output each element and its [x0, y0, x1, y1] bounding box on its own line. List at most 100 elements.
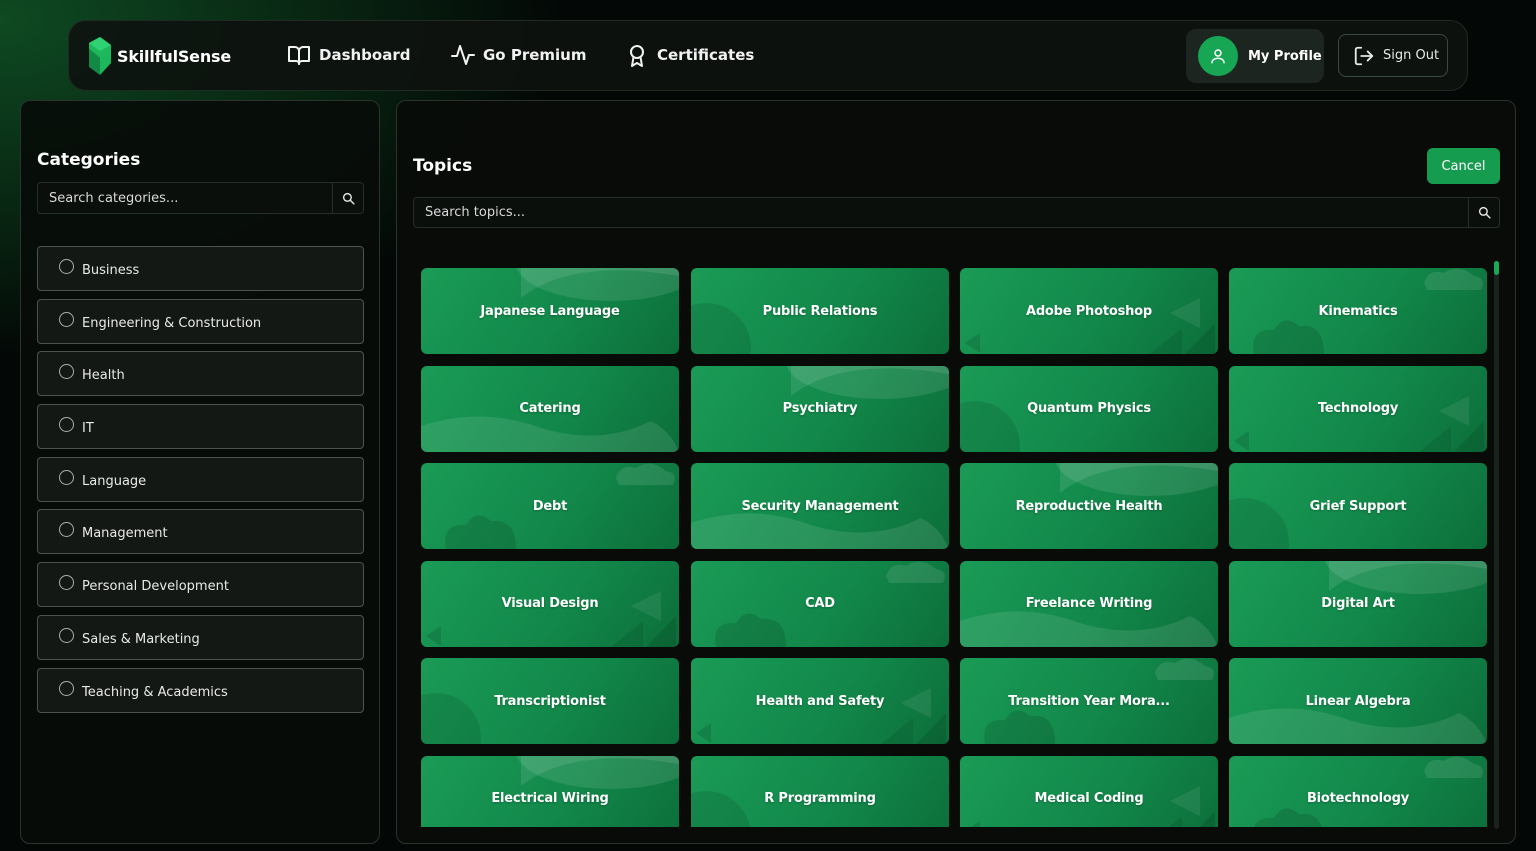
category-item[interactable]: Management: [37, 509, 364, 555]
topic-card-label: Transcriptionist: [494, 693, 606, 709]
topic-card[interactable]: Medical Coding: [960, 755, 1218, 827]
category-label: Sales & Marketing: [82, 631, 200, 647]
topics-panel: Topics Cancel Japanese Language Public Re…: [396, 100, 1516, 844]
topics-scrollbar-thumb[interactable]: [1494, 261, 1499, 275]
category-label: Personal Development: [82, 579, 229, 595]
topic-card-label: Technology: [1317, 401, 1399, 416]
topic-search: [413, 197, 1500, 228]
topic-card[interactable]: Freelance Writing: [960, 560, 1218, 647]
radio-button[interactable]: [59, 575, 74, 591]
radio-button[interactable]: [59, 417, 74, 433]
nav-dashboard-label: Dashboard: [319, 46, 411, 64]
brand-logo-icon: [89, 37, 111, 75]
log-out-icon: [1354, 46, 1374, 65]
topic-card[interactable]: R Programming: [691, 755, 949, 827]
topic-card-label: Transition Year Mora...: [1008, 693, 1170, 709]
radio-button[interactable]: [59, 627, 74, 643]
topic-card[interactable]: Reproductive Health: [960, 463, 1218, 549]
nav-certificates-label: Certificates: [657, 46, 755, 64]
topic-card[interactable]: Transcriptionist: [421, 658, 679, 744]
category-item[interactable]: Personal Development: [37, 562, 364, 608]
category-search: [37, 182, 364, 214]
category-label: Management: [82, 526, 168, 542]
category-label: Engineering & Construction: [82, 315, 262, 331]
categories-title: Categories: [37, 150, 141, 170]
radio-button[interactable]: [59, 311, 74, 327]
nav-premium-label: Go Premium: [483, 46, 587, 64]
topic-card[interactable]: Psychiatry: [691, 365, 949, 452]
topic-card-label: Digital Art: [1321, 596, 1395, 611]
cancel-button[interactable]: Cancel: [1427, 148, 1500, 184]
category-search-button[interactable]: [332, 183, 363, 213]
topic-card[interactable]: Transition Year Mora...: [960, 658, 1218, 744]
radio-button[interactable]: [59, 364, 74, 380]
topic-card[interactable]: Catering: [421, 365, 679, 452]
topic-card[interactable]: CAD: [691, 560, 949, 647]
topics-scrollbar-track[interactable]: [1494, 261, 1499, 829]
topic-card[interactable]: Visual Design: [421, 560, 679, 647]
topic-search-input[interactable]: [414, 198, 1468, 227]
topic-card[interactable]: Health and Safety: [691, 658, 949, 744]
topic-card[interactable]: Linear Algebra: [1229, 658, 1487, 744]
topic-card-label: Catering: [519, 401, 581, 416]
topic-card-label: Kinematics: [1318, 303, 1398, 319]
category-label: Business: [82, 263, 140, 278]
brand-name: SkillfulSense: [117, 46, 231, 66]
topic-card[interactable]: Security Management: [691, 463, 949, 549]
category-label: Language: [82, 473, 147, 489]
my-profile-label: My Profile: [1248, 48, 1322, 64]
topic-card[interactable]: Adobe Photoshop: [960, 268, 1218, 354]
topic-card-label: Adobe Photoshop: [1025, 303, 1153, 319]
topic-card[interactable]: Biotechnology: [1229, 755, 1487, 827]
topic-card-label: Medical Coding: [1034, 791, 1144, 806]
radio-button[interactable]: [59, 469, 74, 485]
topic-card[interactable]: Public Relations: [691, 268, 949, 354]
topic-card-label: Visual Design: [501, 596, 599, 611]
categories-panel: Categories Business Engineering & Constru…: [20, 100, 380, 844]
topic-card-label: Grief Support: [1309, 498, 1407, 514]
topic-search-button[interactable]: [1468, 198, 1499, 227]
topic-card[interactable]: Quantum Physics: [960, 365, 1218, 452]
category-search-input[interactable]: [38, 183, 332, 213]
top-navbar: SkillfulSense Dashboard Go Premium Certi…: [68, 20, 1468, 91]
radio-button[interactable]: [59, 259, 74, 274]
category-item[interactable]: Health: [37, 351, 364, 397]
topic-card[interactable]: Digital Art: [1229, 560, 1487, 647]
radio-button[interactable]: [59, 522, 74, 538]
category-item[interactable]: Engineering & Construction: [37, 298, 364, 344]
topic-card-label: Psychiatry: [782, 401, 858, 416]
search-icon: [342, 192, 355, 205]
category-item[interactable]: Language: [37, 456, 364, 502]
nav-go-premium[interactable]: Go Premium: [451, 43, 586, 67]
sign-out-button[interactable]: Sign Out: [1338, 34, 1448, 77]
topic-card-label: Biotechnology: [1306, 791, 1410, 806]
topic-card[interactable]: Technology: [1229, 365, 1487, 452]
category-item[interactable]: Teaching & Academics: [37, 667, 364, 713]
category-item[interactable]: Business: [37, 246, 364, 291]
nav-dashboard[interactable]: Dashboard: [287, 43, 410, 67]
topic-card-label: R Programming: [764, 791, 876, 806]
topic-card[interactable]: Kinematics: [1229, 268, 1487, 354]
category-list: Business Engineering & Construction Health…: [37, 246, 364, 720]
radio-button[interactable]: [59, 680, 74, 696]
topic-card[interactable]: Debt: [421, 463, 679, 549]
topic-card-label: Security Management: [741, 498, 899, 514]
category-label: Health: [82, 368, 125, 384]
my-profile-button[interactable]: My Profile: [1186, 29, 1324, 83]
topic-card[interactable]: Electrical Wiring: [421, 755, 679, 827]
category-item[interactable]: Sales & Marketing: [37, 614, 364, 660]
activity-icon: [451, 45, 475, 65]
topic-card-label: CAD: [805, 596, 835, 611]
topic-card[interactable]: Grief Support: [1229, 463, 1487, 549]
topic-card[interactable]: Japanese Language: [421, 268, 679, 354]
award-icon: [630, 45, 644, 67]
topic-card-label: Quantum Physics: [1027, 401, 1151, 416]
topic-card-label: Debt: [532, 498, 568, 514]
category-item[interactable]: IT: [37, 404, 364, 450]
topic-card-label: Public Relations: [762, 303, 878, 319]
sign-out-label: Sign Out: [1383, 48, 1440, 63]
topic-card-label: Health and Safety: [755, 693, 885, 709]
brand[interactable]: SkillfulSense: [89, 37, 231, 75]
topic-grid: Japanese Language Public Relations Adobe P…: [421, 268, 1487, 827]
nav-certificates[interactable]: Certificates: [625, 43, 754, 67]
